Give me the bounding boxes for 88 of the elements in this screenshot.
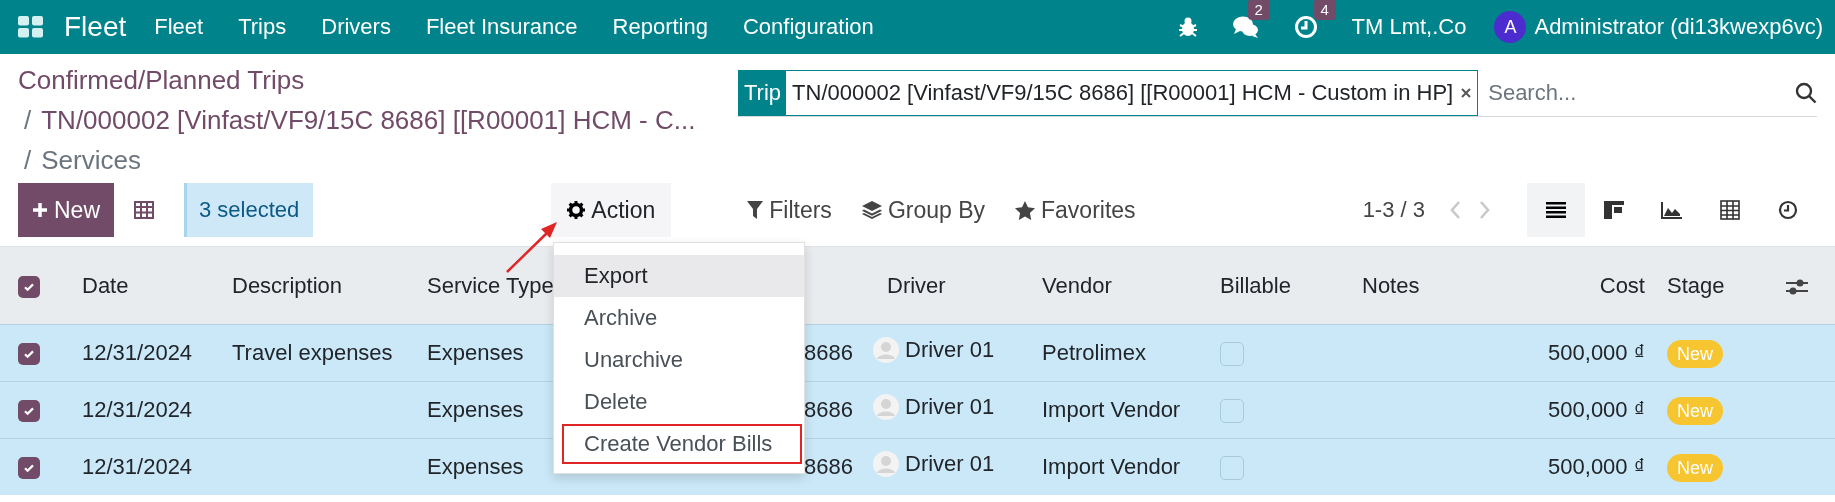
column-header[interactable]: Date <box>82 272 129 298</box>
table-cell: 500,000 ₫ <box>1548 454 1645 479</box>
column-header[interactable]: Description <box>232 272 343 298</box>
breadcrumb-link[interactable]: TN/000002 [Vinfast/VF9/15C 8686] [[R00001] HCM - C... <box>41 105 696 135</box>
activity-count-badge: 4 <box>1313 0 1336 20</box>
row-checkbox[interactable] <box>18 343 40 366</box>
column-header[interactable]: Notes <box>1362 272 1420 298</box>
nav-menu-item[interactable]: Configuration <box>742 14 874 40</box>
billable-checkbox[interactable] <box>1220 342 1244 367</box>
nav-menu-item[interactable]: Trips <box>238 14 287 40</box>
table-cell: Driver 01 <box>905 337 995 363</box>
user-menu[interactable]: Administrator (di13kwexp6vc) <box>1534 14 1823 40</box>
list-view-icon <box>1546 201 1566 219</box>
table-cell: 12/31/2024 <box>82 397 193 422</box>
area-chart-icon <box>1661 201 1683 219</box>
search-facet[interactable]: Trip TN/000002 [Vinfast/VF9/15C 8686] [[R00001] HCM - Custom in HP] <box>738 70 1479 116</box>
company-switcher[interactable]: TM Lmt,.Co <box>1351 14 1467 40</box>
menu-item[interactable]: Delete <box>554 381 804 423</box>
table-cell: Travel expenses <box>232 340 393 365</box>
message-count-badge: 2 <box>1247 0 1270 20</box>
user-avatar[interactable]: A <box>1494 11 1527 43</box>
new-button[interactable]: New <box>18 183 114 237</box>
avatar-icon <box>873 451 899 477</box>
stage-badge: New <box>1667 340 1723 368</box>
avatar-icon <box>873 337 899 363</box>
table-cell: Import Vendor <box>1042 397 1181 422</box>
layers-icon <box>861 201 882 219</box>
remove-facet-icon[interactable] <box>1461 88 1472 98</box>
billable-checkbox[interactable] <box>1220 399 1244 424</box>
column-header[interactable]: Cost <box>1599 272 1645 298</box>
favorites-button[interactable]: Favorites <box>1015 196 1136 224</box>
table-cell: Petrolimex <box>1042 340 1146 365</box>
table-cell: Driver 01 <box>905 394 995 420</box>
nav-menu-item[interactable]: Fleet <box>154 14 204 40</box>
table-cell: Import Vendor <box>1042 454 1181 479</box>
table-cell: 12/31/2024 <box>82 454 193 479</box>
group-by-button[interactable]: Group By <box>861 196 986 224</box>
menu-item[interactable]: Create Vendor Bills <box>561 423 803 465</box>
column-header[interactable]: Driver <box>887 272 946 298</box>
nav-menu-item[interactable]: Drivers <box>321 14 391 40</box>
kanban-view-icon <box>1604 200 1624 220</box>
column-header[interactable]: Vendor <box>1042 272 1112 298</box>
apps-menu-icon[interactable] <box>18 16 44 38</box>
table-cell: 500,000 ₫ <box>1548 340 1645 365</box>
selection-count[interactable]: 3 selected <box>184 183 314 237</box>
breadcrumb-separator: / <box>24 105 32 135</box>
menu-item[interactable]: Archive <box>554 297 804 339</box>
clock-icon <box>1778 200 1798 220</box>
select-all-checkbox[interactable] <box>18 275 40 298</box>
avatar-icon <box>873 394 899 420</box>
table-cell: 8686 <box>804 454 853 479</box>
billable-checkbox[interactable] <box>1220 456 1244 481</box>
row-checkbox[interactable] <box>18 457 40 480</box>
row-checkbox[interactable] <box>18 400 40 423</box>
app-title[interactable]: Fleet <box>64 11 127 43</box>
clock-icon[interactable] <box>1293 15 1318 39</box>
spreadsheet-icon[interactable] <box>134 201 154 219</box>
column-header[interactable]: Billable <box>1220 272 1291 298</box>
breadcrumb-link[interactable]: Confirmed/Planned Trips <box>18 65 305 95</box>
stage-badge: New <box>1667 397 1723 425</box>
gear-icon <box>567 201 586 219</box>
action-button[interactable]: Action <box>551 183 672 237</box>
breadcrumb-separator: / <box>24 145 32 175</box>
chat-icon[interactable] <box>1231 15 1260 39</box>
nav-menu-item[interactable]: Fleet Insurance <box>425 14 578 40</box>
filter-icon <box>747 201 764 219</box>
view-switch-button[interactable] <box>1527 183 1585 237</box>
table-cell: Driver 01 <box>905 451 995 477</box>
search-icon[interactable] <box>1795 82 1817 104</box>
bug-icon[interactable] <box>1177 16 1198 38</box>
table-cell: 8686 <box>804 397 853 422</box>
table-icon <box>1720 200 1740 220</box>
pager-value[interactable]: 1-3 / 3 <box>1362 197 1425 223</box>
menu-item[interactable]: Export <box>554 255 804 297</box>
table-cell: Expenses <box>427 454 524 479</box>
nav-menu-item[interactable]: Reporting <box>612 14 708 40</box>
table-cell: 500,000 ₫ <box>1548 397 1645 422</box>
stage-badge: New <box>1667 454 1723 482</box>
table-cell: Expenses <box>427 340 524 365</box>
star-icon <box>1015 200 1036 220</box>
table-cell: 8686 <box>804 340 853 365</box>
plus-icon <box>32 202 48 218</box>
menu-item[interactable]: Unarchive <box>554 339 804 381</box>
search-field[interactable]: Search... <box>1478 72 1795 114</box>
table-cell: Expenses <box>427 397 524 422</box>
page-title: Services <box>41 145 141 175</box>
table-cell: 12/31/2024 <box>82 340 193 365</box>
filters-button[interactable]: Filters <box>747 196 832 224</box>
